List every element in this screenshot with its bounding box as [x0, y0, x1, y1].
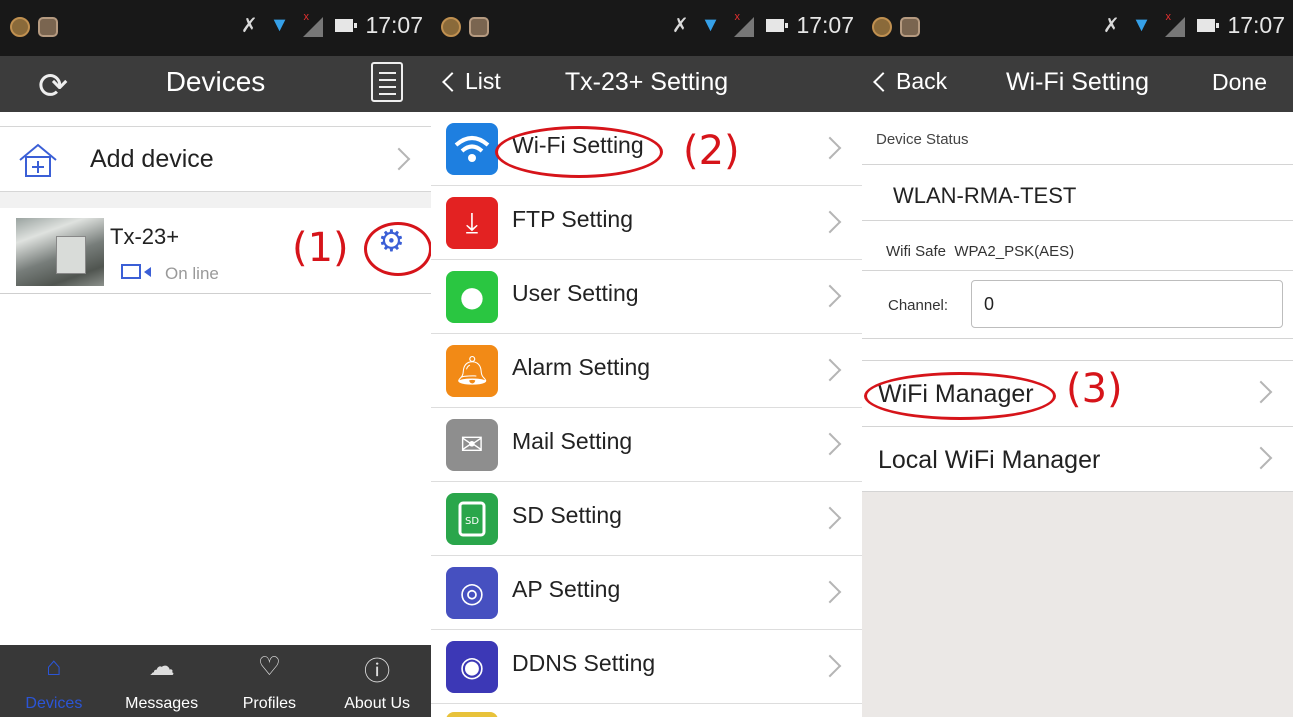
chevron-right-icon: [818, 506, 842, 530]
local-wifi-manager-row[interactable]: Local WiFi Manager: [862, 426, 1293, 492]
signal-icon: x: [301, 11, 324, 37]
menu-item-ftp-setting[interactable]: ⤓ FTP Setting: [431, 186, 862, 260]
menu-item-ddns-setting[interactable]: ◉ DDNS Setting: [431, 630, 862, 704]
divider: [862, 164, 1293, 165]
ap-icon: ◎: [446, 567, 498, 619]
chevron-right-icon: [818, 136, 842, 160]
device-name: Tx-23+: [110, 224, 180, 249]
device-thumbnail: [16, 218, 104, 286]
channel-input[interactable]: 0: [971, 280, 1283, 328]
wifi-setting-screen: ✗ ▼ x 17:07 Back Wi-Fi Setting Done Devi…: [862, 0, 1293, 717]
menu-item-user-setting[interactable]: ● User Setting: [431, 260, 862, 334]
tab-profiles[interactable]: ♡ Profiles: [216, 645, 324, 717]
wifi-safe-label: Wifi Safe: [886, 243, 947, 260]
tab-devices[interactable]: ⌂ Devices: [0, 645, 108, 717]
menu-item-mail-setting[interactable]: ✉ Mail Setting: [431, 408, 862, 482]
wifi-status-icon: ▼: [700, 14, 721, 36]
app-notification-icon: [900, 17, 920, 37]
status-time: 17:07: [796, 12, 854, 38]
chevron-right-icon: [1249, 380, 1273, 404]
channel-label: Channel:: [888, 297, 949, 314]
mail-icon: ✉: [446, 419, 498, 471]
menu-item-sd-setting[interactable]: SD SD Setting: [431, 482, 862, 556]
device-settings-screen: ✗ ▼ x 17:07 List Tx-23+ Setting Wi-Fi Se…: [431, 0, 862, 717]
annotation-ellipse: [495, 126, 663, 178]
add-device-row[interactable]: Add device: [0, 126, 431, 192]
chevron-right-icon: [818, 432, 842, 456]
menu-item-alarm-setting[interactable]: 🔔︎ Alarm Setting: [431, 334, 862, 408]
battery-icon: [766, 19, 789, 32]
notification-icon: [872, 17, 892, 37]
done-button[interactable]: Done: [1212, 69, 1267, 96]
nav-bar: ⟳ Devices: [0, 56, 431, 112]
wifi-status-icon: ▼: [1131, 14, 1152, 36]
wifi-status-icon: ▼: [269, 14, 290, 36]
battery-icon: [335, 19, 358, 32]
chevron-right-icon: [818, 580, 842, 604]
info-icon: ⓘ: [364, 656, 391, 686]
mute-icon: ✗: [671, 15, 689, 37]
sd-card-icon: SD: [446, 493, 498, 545]
tab-messages[interactable]: ☁ Messages: [108, 645, 216, 717]
gear-icon[interactable]: ⚙: [378, 224, 405, 259]
annotation-step-1: (1): [292, 225, 349, 271]
cloud-icon: ☁: [148, 651, 175, 681]
ddns-icon: ◉: [446, 641, 498, 693]
annotation-ellipse: [864, 372, 1056, 420]
app-notification-icon: [469, 17, 489, 37]
notification-icon: [10, 17, 30, 37]
chevron-right-icon: [818, 358, 842, 382]
nav-bar: List Tx-23+ Setting: [431, 56, 862, 112]
chevron-right-icon: [818, 654, 842, 678]
signal-icon: x: [1163, 11, 1186, 37]
wifi-safe-value: WPA2_PSK(AES): [954, 243, 1075, 260]
nav-bar: Back Wi-Fi Setting Done: [862, 56, 1293, 112]
status-bar: ✗ ▼ x 17:07: [0, 0, 431, 56]
bell-icon: 🔔︎: [446, 345, 498, 397]
add-device-label: Add device: [90, 145, 214, 173]
app-notification-icon: [38, 17, 58, 37]
user-icon: ●: [446, 271, 498, 323]
divider: [0, 192, 431, 208]
heart-icon: ♡: [257, 651, 282, 681]
wifi-icon: [446, 123, 498, 175]
svg-text:SD: SD: [465, 516, 479, 527]
status-bar: ✗ ▼ x 17:07: [431, 0, 862, 56]
list-icon[interactable]: [371, 62, 403, 102]
status-bar: ✗ ▼ x 17:07: [862, 0, 1293, 56]
page-title: Devices: [165, 66, 266, 97]
divider: [862, 220, 1293, 221]
tab-bar: ⌂ Devices ☁ Messages ♡ Profiles ⓘ About …: [0, 645, 431, 717]
notification-icon: [441, 17, 461, 37]
chevron-right-icon: [818, 210, 842, 234]
chevron-right-icon: [387, 147, 411, 171]
tab-about-us[interactable]: ⓘ About Us: [323, 645, 431, 717]
mute-icon: ✗: [1102, 15, 1120, 37]
ssid-value: WLAN-RMA-TEST: [893, 183, 1077, 208]
mute-icon: ✗: [240, 15, 258, 37]
battery-icon: [1197, 19, 1220, 32]
menu-item-ap-setting[interactable]: ◎ AP Setting: [431, 556, 862, 630]
devices-screen: ✗ ▼ x 17:07 ⟳ Devices Add device Tx-23+ …: [0, 0, 431, 717]
status-time: 17:07: [1227, 12, 1285, 38]
annotation-step-3: (3): [1066, 366, 1123, 412]
add-home-icon: [19, 143, 57, 177]
wifi-safe-row: Wifi Safe WPA2_PSK(AES): [886, 243, 1074, 260]
next-menu-icon-partial: [446, 712, 498, 717]
chevron-right-icon: [1249, 446, 1273, 470]
signal-icon: x: [732, 11, 755, 37]
house-icon: ⌂: [46, 651, 62, 681]
camera-icon: [121, 264, 151, 279]
annotation-step-2: (2): [683, 128, 740, 174]
status-time: 17:07: [365, 12, 423, 38]
section-header: Device Status: [876, 131, 969, 148]
page-title: Tx-23+ Setting: [564, 68, 729, 96]
chevron-right-icon: [818, 284, 842, 308]
divider: [862, 338, 1293, 339]
device-status: On line: [165, 264, 219, 283]
download-icon: ⤓: [446, 197, 498, 249]
divider: [862, 270, 1293, 271]
